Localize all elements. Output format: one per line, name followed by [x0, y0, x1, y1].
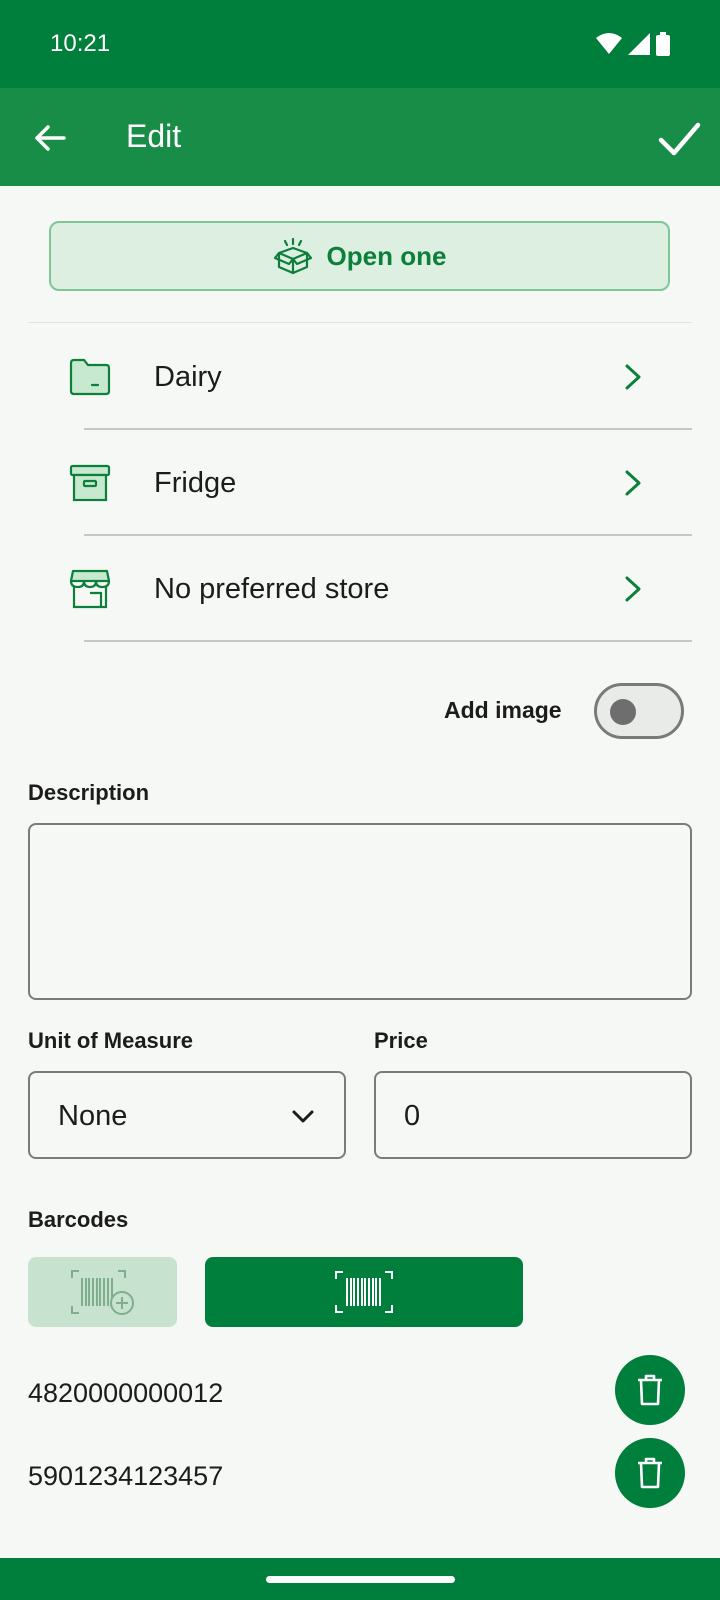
- store-label: No preferred store: [154, 572, 390, 605]
- page-title: Edit: [126, 118, 182, 154]
- store-icon: [69, 569, 111, 609]
- system-nav-bar: [0, 1558, 720, 1600]
- app-bar: Edit: [0, 88, 720, 186]
- toggle-knob: [610, 699, 636, 725]
- delete-barcode-button[interactable]: [615, 1438, 685, 1508]
- chevron-right-icon: [625, 576, 641, 602]
- barcode-item: 4820000000012: [28, 1378, 224, 1408]
- add-image-label: Add image: [444, 697, 562, 723]
- price-label: Price: [374, 1028, 428, 1053]
- price-value: 0: [404, 1100, 421, 1132]
- save-check-icon[interactable]: [656, 116, 702, 162]
- barcodes-label: Barcodes: [28, 1207, 129, 1232]
- description-label: Description: [28, 780, 150, 805]
- description-field[interactable]: [28, 823, 692, 1000]
- back-arrow-icon[interactable]: [30, 118, 70, 158]
- chevron-right-icon: [625, 470, 641, 496]
- open-one-button[interactable]: Open one: [49, 221, 670, 291]
- open-one-label: Open one: [326, 240, 447, 271]
- unit-select[interactable]: None: [28, 1071, 346, 1159]
- battery-icon: [656, 32, 670, 56]
- unit-label: Unit of Measure: [28, 1028, 194, 1053]
- archive-box-icon: [69, 464, 111, 502]
- unit-value: None: [58, 1100, 128, 1132]
- delete-barcode-button[interactable]: [615, 1355, 685, 1425]
- barcode-add-icon: [70, 1270, 134, 1315]
- trash-icon: [638, 1457, 662, 1489]
- row-category[interactable]: Dairy: [0, 324, 720, 430]
- divider: [28, 322, 692, 323]
- barcode-item: 5901234123457: [28, 1461, 224, 1491]
- open-box-icon: [273, 237, 312, 275]
- signal-icon: [628, 33, 650, 55]
- add-image-toggle[interactable]: [594, 683, 684, 739]
- home-gesture-pill[interactable]: [266, 1576, 455, 1583]
- category-label: Dairy: [154, 360, 222, 393]
- price-input[interactable]: 0: [374, 1071, 692, 1159]
- status-bar: 10:21: [0, 0, 720, 88]
- chevron-right-icon: [625, 364, 641, 390]
- scan-barcode-button[interactable]: [205, 1257, 523, 1327]
- row-divider: [84, 640, 692, 642]
- location-label: Fridge: [154, 466, 237, 499]
- row-location[interactable]: Fridge: [0, 430, 720, 536]
- trash-icon: [638, 1374, 662, 1406]
- chevron-down-icon: [292, 1110, 314, 1123]
- wifi-icon: [596, 33, 622, 54]
- row-store[interactable]: No preferred store: [0, 536, 720, 642]
- folder-icon: [69, 358, 111, 396]
- barcode-scan-icon: [335, 1271, 393, 1313]
- status-icons: [596, 32, 670, 56]
- add-barcode-button[interactable]: [28, 1257, 177, 1327]
- status-time: 10:21: [50, 30, 111, 57]
